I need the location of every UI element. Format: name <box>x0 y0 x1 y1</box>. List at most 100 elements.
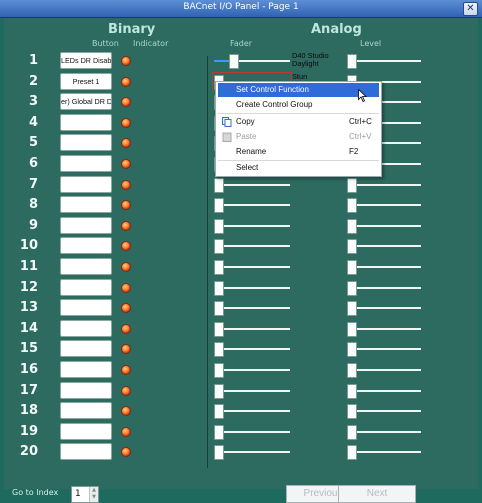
spin-arrows-icon[interactable]: ▲ ▼ <box>89 487 98 502</box>
fader-track[interactable] <box>214 390 290 392</box>
level-thumb <box>347 54 357 69</box>
window-title: BACnet I/O Panel - Page 1 <box>183 2 299 12</box>
fader-track[interactable] <box>214 204 290 206</box>
indicator-led-icon <box>121 283 131 293</box>
context-menu: Set Control Function Create Control Grou… <box>215 81 382 177</box>
menu-item-create-control-group[interactable]: Create Control Group <box>218 98 379 112</box>
indicator-led-icon <box>121 365 131 375</box>
binary-button[interactable]: LEDs DR Disable <box>60 52 112 69</box>
binary-button[interactable] <box>60 279 112 296</box>
menu-item-rename[interactable]: Rename F2 <box>218 145 379 159</box>
row-number: 16 <box>19 362 38 377</box>
fader-track[interactable] <box>214 287 290 289</box>
binary-button[interactable] <box>60 423 112 440</box>
binary-button[interactable] <box>60 237 112 254</box>
fader-track[interactable] <box>214 369 290 371</box>
row-number: 2 <box>28 74 38 89</box>
fader-thumb[interactable] <box>229 54 239 69</box>
index-spinbox[interactable]: 1 ▲ ▼ <box>71 486 99 503</box>
row-number: 10 <box>19 238 38 253</box>
level-thumb <box>347 301 357 316</box>
binary-button[interactable] <box>60 299 112 316</box>
fader-thumb[interactable] <box>214 404 224 419</box>
indicator-led-icon <box>121 447 131 457</box>
fader-track[interactable] <box>214 307 290 309</box>
fader-track[interactable] <box>214 266 290 268</box>
level-track <box>347 348 421 350</box>
binary-button[interactable] <box>60 443 112 460</box>
menu-item-select[interactable]: Select <box>218 161 379 175</box>
binary-button[interactable] <box>60 361 112 378</box>
level-track <box>347 390 421 392</box>
level-thumb <box>347 404 357 419</box>
fader-track[interactable] <box>214 451 290 453</box>
binary-button[interactable] <box>60 382 112 399</box>
fader-track[interactable] <box>214 431 290 433</box>
fader-thumb[interactable] <box>214 445 224 460</box>
row-number: 1 <box>28 53 38 68</box>
fader-thumb[interactable] <box>214 219 224 234</box>
row-number: 4 <box>28 115 38 130</box>
level-thumb <box>347 445 357 460</box>
menu-item-set-control-function[interactable]: Set Control Function <box>218 83 379 97</box>
indicator-led-icon <box>121 77 131 87</box>
level-thumb <box>347 342 357 357</box>
binary-button[interactable]: Preset 1 <box>60 73 112 90</box>
fader-track[interactable] <box>214 410 290 412</box>
level-track <box>347 184 421 186</box>
binary-button[interactable] <box>60 114 112 131</box>
binary-button[interactable] <box>60 402 112 419</box>
copy-icon <box>222 117 232 127</box>
fader-track[interactable] <box>214 184 290 186</box>
fader-track[interactable] <box>214 328 290 330</box>
fader-thumb[interactable] <box>214 178 224 193</box>
fader-thumb[interactable] <box>214 260 224 275</box>
binary-button[interactable]: er) Global DR Dis <box>60 93 112 110</box>
column-divider <box>207 56 208 468</box>
fader-thumb[interactable] <box>214 363 224 378</box>
fader-thumb[interactable] <box>214 425 224 440</box>
next-button[interactable]: Next <box>338 485 416 503</box>
indicator-led-icon <box>121 138 131 148</box>
binary-button[interactable] <box>60 217 112 234</box>
indicator-led-icon <box>121 324 131 334</box>
binary-button[interactable] <box>60 196 112 213</box>
menu-item-copy[interactable]: Copy Ctrl+C <box>218 115 379 129</box>
fader-fill <box>214 60 229 62</box>
level-thumb <box>347 239 357 254</box>
level-track <box>347 328 421 330</box>
fader-thumb[interactable] <box>214 301 224 316</box>
fader-track[interactable] <box>214 348 290 350</box>
binary-button[interactable] <box>60 340 112 357</box>
fader-thumb[interactable] <box>214 198 224 213</box>
menu-item-paste[interactable]: Paste Ctrl+V <box>218 130 379 144</box>
binary-button[interactable] <box>60 176 112 193</box>
close-button[interactable]: ✕ <box>463 2 478 16</box>
mouse-pointer-icon <box>358 89 367 102</box>
fader-thumb[interactable] <box>214 322 224 337</box>
indicator-led-icon <box>121 406 131 416</box>
level-thumb <box>347 178 357 193</box>
fader-track[interactable] <box>214 225 290 227</box>
fader-track[interactable] <box>214 245 290 247</box>
indicator-led-icon <box>121 221 131 231</box>
binary-button[interactable] <box>60 155 112 172</box>
level-column-header: Level <box>360 39 382 48</box>
paste-icon <box>222 132 232 142</box>
binary-button[interactable] <box>60 258 112 275</box>
fader-thumb[interactable] <box>214 281 224 296</box>
indicator-led-icon <box>121 303 131 313</box>
level-track <box>347 225 421 227</box>
row-number: 8 <box>28 197 38 212</box>
level-thumb <box>347 198 357 213</box>
fader-thumb[interactable] <box>214 239 224 254</box>
binary-button[interactable] <box>60 134 112 151</box>
level-thumb <box>347 425 357 440</box>
fader-thumb[interactable] <box>214 384 224 399</box>
indicator-led-icon <box>121 344 131 354</box>
row-number: 6 <box>28 156 38 171</box>
fader-thumb[interactable] <box>214 342 224 357</box>
indicator-column-header: Indicator <box>133 39 169 48</box>
binary-button[interactable] <box>60 320 112 337</box>
level-track <box>347 287 421 289</box>
